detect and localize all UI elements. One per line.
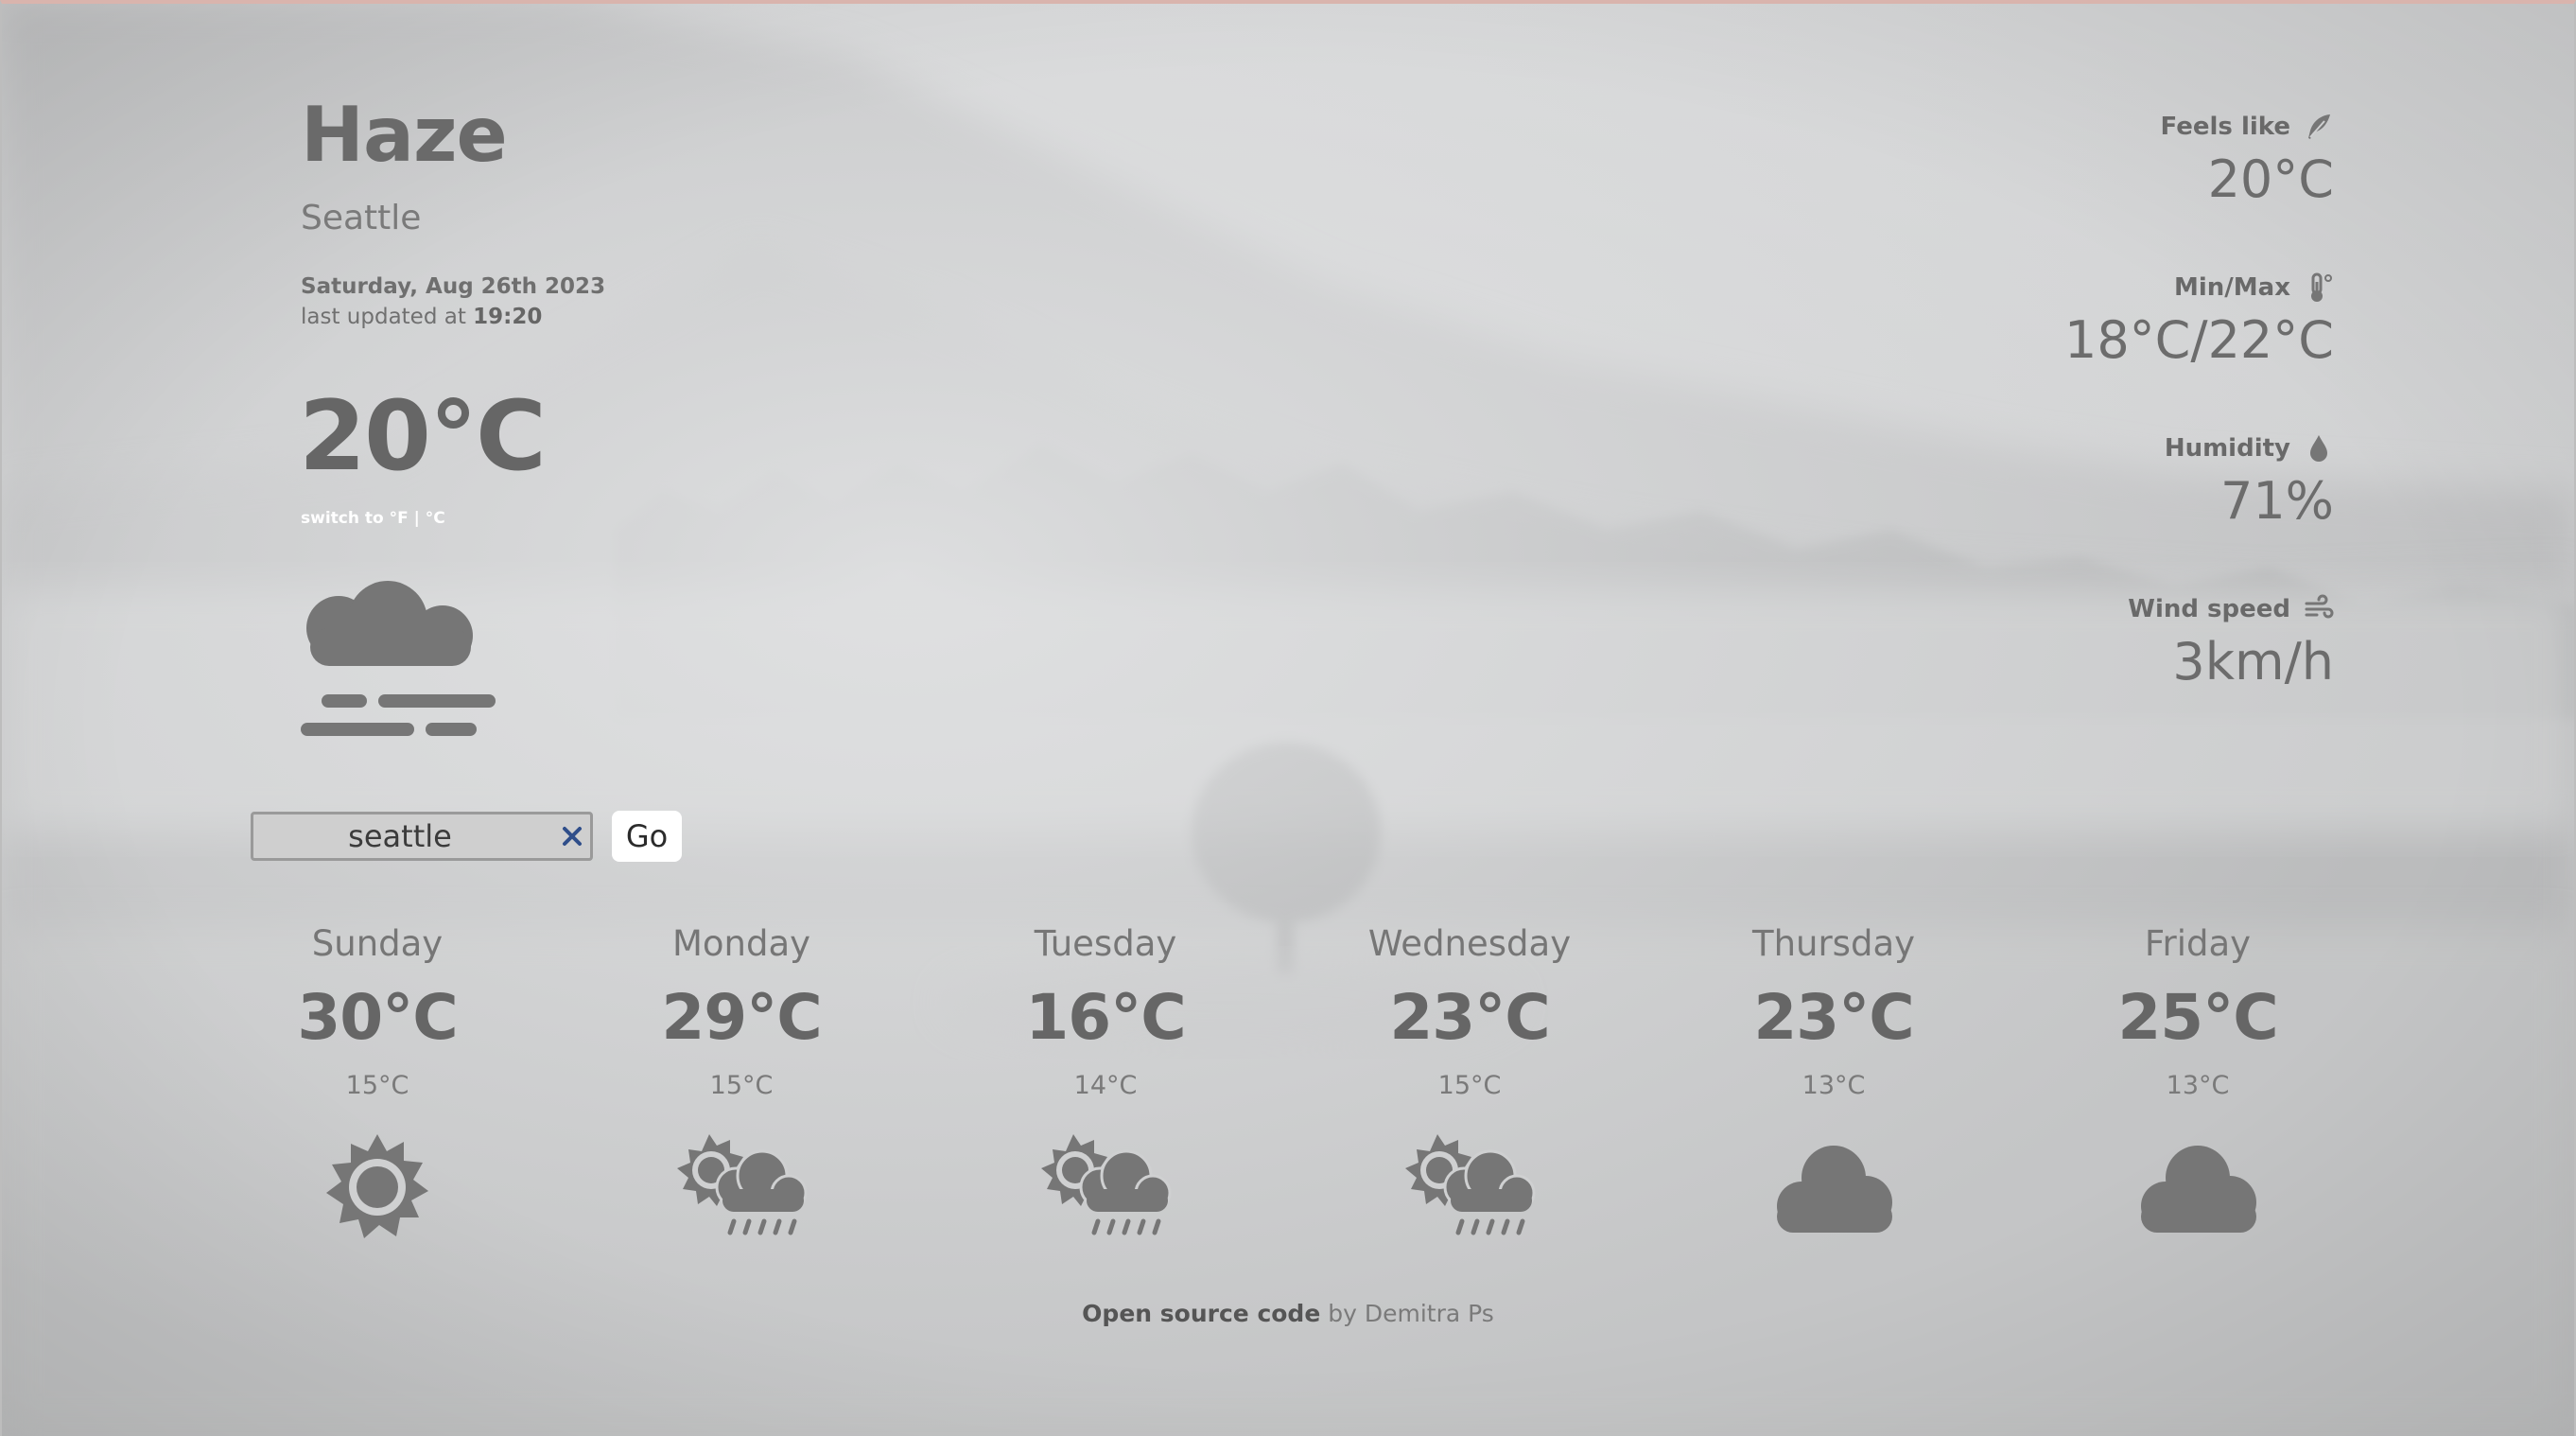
weather-condition: Haze bbox=[301, 91, 508, 179]
forecast-day-name: Friday bbox=[2144, 923, 2252, 964]
stat-min-max-label: Min/Max bbox=[2174, 273, 2290, 302]
city-name: Seattle bbox=[301, 199, 422, 237]
city-search-input[interactable] bbox=[253, 814, 547, 858]
stat-min-max: Min/Max 18°C/22°C bbox=[2064, 272, 2334, 370]
unit-switch-prefix: switch to bbox=[301, 509, 384, 528]
forecast-high-temp: 16°C bbox=[1025, 981, 1186, 1054]
forecast-high-temp: 29°C bbox=[661, 981, 822, 1054]
sun-cloud-rain-icon bbox=[1041, 1134, 1172, 1235]
sun-cloud-rain-icon bbox=[677, 1134, 808, 1235]
unit-separator: | bbox=[413, 509, 420, 528]
forecast-day: Friday 25°C 13°C bbox=[2056, 923, 2340, 1240]
forecast-day: Tuesday 16°C 14°C bbox=[964, 923, 1247, 1240]
forecast-low-temp: 13°C bbox=[2166, 1071, 2230, 1100]
current-date: Saturday, Aug 26th 2023 bbox=[301, 274, 606, 299]
haze-icon bbox=[301, 581, 496, 736]
forecast-low-temp: 15°C bbox=[345, 1071, 409, 1100]
forecast-high-temp: 23°C bbox=[1753, 981, 1914, 1054]
stat-wind-speed-label: Wind speed bbox=[2128, 595, 2290, 623]
stat-feels-like-label-row: Feels like bbox=[2161, 112, 2334, 142]
forecast-high-temp: 23°C bbox=[1389, 981, 1550, 1054]
forecast-day-name: Wednesday bbox=[1367, 923, 1572, 964]
forecast-low-temp: 14°C bbox=[1073, 1071, 1138, 1100]
city-search-box bbox=[251, 812, 593, 861]
stat-humidity-label-row: Humidity bbox=[2165, 433, 2334, 464]
forecast-day-name: Tuesday bbox=[1034, 923, 1177, 964]
switch-to-fahrenheit-link[interactable]: °F bbox=[390, 509, 409, 528]
stat-humidity: Humidity 71% bbox=[2165, 433, 2334, 531]
forecast-day-name: Monday bbox=[671, 923, 811, 964]
forecast-day-name: Thursday bbox=[1751, 923, 1916, 964]
unit-switch: switch to °F | °C bbox=[301, 509, 445, 528]
cloud-icon bbox=[2141, 1146, 2256, 1233]
footer: Open source code by Demitra Ps bbox=[0, 1300, 2576, 1327]
current-temperature: 20°C bbox=[299, 380, 547, 493]
footer-author: by Demitra Ps bbox=[1328, 1300, 1494, 1327]
feather-icon bbox=[2308, 114, 2330, 139]
thermometer-icon bbox=[2311, 272, 2332, 302]
last-updated-prefix: last updated at bbox=[301, 305, 466, 329]
forecast-day-name: Sunday bbox=[311, 923, 444, 964]
stat-feels-like-value: 20°C bbox=[2207, 149, 2334, 209]
forecast-day: Monday 29°C 15°C bbox=[600, 923, 883, 1240]
forecast-high-temp: 30°C bbox=[297, 981, 458, 1054]
sun-cloud-rain-icon bbox=[1405, 1134, 1536, 1235]
droplet-icon bbox=[2310, 435, 2327, 462]
last-updated: last updated at 19:20 bbox=[301, 305, 542, 329]
last-updated-time: 19:20 bbox=[473, 305, 543, 329]
stat-min-max-value: 18°C/22°C bbox=[2063, 310, 2334, 370]
sun-icon bbox=[326, 1134, 428, 1238]
cloud-icon bbox=[1777, 1146, 1892, 1233]
forecast-low-temp: 13°C bbox=[1801, 1071, 1866, 1100]
forecast-day: Sunday 30°C 15°C bbox=[235, 923, 519, 1240]
stat-wind-speed-label-row: Wind speed bbox=[2128, 594, 2334, 624]
forecast-low-temp: 15°C bbox=[709, 1071, 774, 1100]
stat-wind-speed-value: 3km/h bbox=[2172, 632, 2334, 692]
wind-icon bbox=[2305, 594, 2334, 619]
stat-humidity-label: Humidity bbox=[2164, 434, 2290, 463]
forecast-day: Thursday 23°C 13°C bbox=[1692, 923, 1976, 1240]
stat-humidity-value: 71% bbox=[2219, 471, 2334, 531]
clear-search-icon[interactable] bbox=[560, 824, 584, 849]
switch-to-celsius-link[interactable]: °C bbox=[426, 509, 445, 528]
forecast-low-temp: 15°C bbox=[1437, 1071, 1502, 1100]
forecast-day: Wednesday 23°C 15°C bbox=[1328, 923, 1611, 1240]
forecast-high-temp: 25°C bbox=[2117, 981, 2278, 1054]
open-source-code-link[interactable]: Open source code bbox=[1082, 1300, 1320, 1327]
go-button[interactable]: Go bbox=[612, 811, 682, 862]
stat-feels-like-label: Feels like bbox=[2160, 113, 2290, 141]
stat-wind-speed: Wind speed 3km/h bbox=[2128, 594, 2334, 692]
stat-feels-like: Feels like 20°C bbox=[2161, 112, 2334, 209]
stat-min-max-label-row: Min/Max bbox=[2064, 272, 2334, 303]
